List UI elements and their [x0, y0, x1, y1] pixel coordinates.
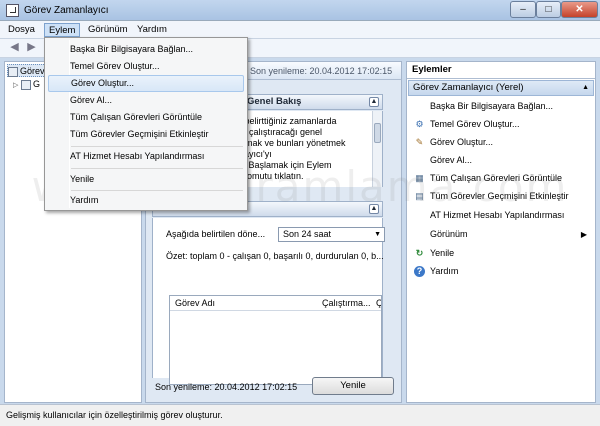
action-label: Görünüm	[430, 229, 468, 239]
column-header-run[interactable]: Çalıştırma...	[322, 296, 376, 311]
window-grid-icon: ▦	[415, 173, 424, 183]
menu-yardim[interactable]: Yardım	[133, 23, 171, 37]
action-label: Tüm Çalışan Görevleri Görüntüle	[430, 173, 563, 183]
overview-line: n belirttiğiniz zamanlarda	[237, 116, 337, 126]
overview-line: urmak ve bunları yönetmek	[237, 138, 346, 148]
clock-icon	[8, 66, 18, 77]
refresh-icon: ↻	[415, 248, 424, 258]
action-label: Tüm Görevler Geçmişini Etkinleştir	[430, 191, 569, 201]
menu-separator	[71, 168, 243, 169]
action-label: Yenile	[430, 248, 455, 258]
folder-icon	[21, 79, 31, 90]
window-title: Görev Zamanlayıcı	[24, 5, 109, 16]
task-scheduler-icon	[6, 4, 19, 17]
menu-gorunum[interactable]: Görünüm	[84, 23, 132, 37]
footer-last-refresh: Son yenileme: 20.04.2012 17:02:15	[155, 382, 298, 392]
menu-separator	[71, 190, 243, 191]
forward-arrow-icon[interactable]: ▶	[25, 42, 38, 54]
scroll-thumb[interactable]	[374, 123, 381, 143]
refresh-button[interactable]: Yenile	[312, 377, 394, 395]
blank-icon	[414, 155, 425, 166]
menu-item-display-running-tasks[interactable]: Tüm Çalışan Görevleri Görüntüle	[48, 109, 244, 126]
collapse-icon[interactable]: ▲	[369, 97, 379, 107]
action-label: Başka Bir Bilgisayara Bağlan...	[430, 101, 554, 111]
task-scheduler-window: Görev Zamanlayıcı – □ ✕ Dosya Eylem Görü…	[0, 0, 600, 426]
close-button[interactable]: ✕	[561, 1, 598, 18]
chevron-down-icon: ▼	[374, 231, 381, 238]
tree-item-label: Görev	[20, 66, 45, 76]
overview-line: iz. Başlamak için Eylem	[237, 160, 332, 170]
menu-separator	[71, 146, 243, 147]
back-arrow-icon[interactable]: ◀	[8, 42, 21, 54]
action-enable-history[interactable]: ▤ Tüm Görevler Geçmişini Etkinleştir	[409, 188, 593, 205]
expand-arrow-icon[interactable]: ▷	[13, 79, 21, 92]
blank-icon	[414, 210, 425, 221]
submenu-arrow-icon: ▶	[580, 230, 587, 239]
filter-label: Aşağıda belirtilen döne...	[166, 229, 266, 239]
minimize-button[interactable]: –	[510, 1, 536, 18]
menu-item-create-task[interactable]: Görev Oluştur...	[48, 75, 244, 92]
action-connect-computer[interactable]: Başka Bir Bilgisayara Bağlan...	[409, 98, 593, 115]
pencil-icon: ✎	[415, 137, 424, 147]
overview-scrollbar[interactable]	[372, 111, 382, 187]
last-refresh-header: Son yenileme: 20.04.2012 17:02:15	[250, 66, 393, 76]
menu-item-refresh[interactable]: Yenile	[48, 171, 244, 188]
action-label: Temel Görev Oluştur...	[430, 119, 520, 129]
action-view[interactable]: Görünüm ▶	[409, 226, 593, 243]
blank-icon	[414, 101, 425, 112]
status-bar: Gelişmiş kullanıcılar için özelleştirilm…	[0, 404, 600, 426]
actions-group-header[interactable]: Görev Zamanlayıcı (Yerel) ▲	[408, 80, 594, 96]
actions-pane: Eylemler Görev Zamanlayıcı (Yerel) ▲ Baş…	[406, 61, 596, 403]
task-table: Görev Adı Çalıştırma... Ç	[169, 295, 382, 385]
tree-item-library[interactable]: ▷ G	[13, 78, 40, 91]
action-create-task[interactable]: ✎ Görev Oluştur...	[409, 134, 593, 151]
status-summary: Özet: toplam 0 - çalışan 0, başarılı 0, …	[166, 251, 384, 261]
menu-item-import-task[interactable]: Görev Al...	[48, 92, 244, 109]
column-header-extra[interactable]: Ç	[376, 296, 381, 311]
time-range-value: Son 24 saat	[283, 229, 332, 239]
menu-item-help[interactable]: Yardım	[48, 192, 244, 209]
gear-icon: ⚙	[415, 119, 424, 129]
action-label: Görev Al...	[430, 155, 473, 165]
blank-icon	[414, 229, 425, 240]
task-status-area: Aşağıda belirtilen döne... Son 24 saat ▼…	[152, 218, 385, 385]
menu-item-enable-history[interactable]: Tüm Görevler Geçmişini Etkinleştir	[48, 126, 244, 143]
action-display-running-tasks[interactable]: ▦ Tüm Çalışan Görevleri Görüntüle	[409, 170, 593, 187]
eylem-dropdown-menu: Başka Bir Bilgisayara Bağlan... Temel Gö…	[44, 37, 248, 211]
action-label: AT Hizmet Hesabı Yapılandırması	[430, 210, 565, 220]
menu-item-create-basic-task[interactable]: Temel Görev Oluştur...	[48, 58, 244, 75]
menu-item-connect-computer[interactable]: Başka Bir Bilgisayara Bağlan...	[48, 41, 244, 58]
help-icon: ?	[414, 266, 425, 277]
maximize-button[interactable]: □	[536, 1, 561, 18]
action-label: Görev Oluştur...	[430, 137, 494, 147]
action-at-service-account[interactable]: AT Hizmet Hesabı Yapılandırması	[409, 207, 593, 224]
menu-dosya[interactable]: Dosya	[4, 23, 39, 37]
action-import-task[interactable]: Görev Al...	[409, 152, 593, 169]
action-create-basic-task[interactable]: ⚙ Temel Görev Oluştur...	[409, 116, 593, 133]
history-list-icon: ▤	[415, 191, 424, 201]
action-label: Yardım	[430, 266, 459, 276]
column-header-task-name[interactable]: Görev Adı	[170, 296, 322, 311]
action-help[interactable]: ? Yardım	[409, 263, 593, 280]
time-range-select[interactable]: Son 24 saat ▼	[278, 227, 385, 242]
collapse-icon[interactable]: ▲	[369, 204, 379, 214]
overview-title: Genel Bakış	[247, 96, 302, 107]
actions-group-label: Görev Zamanlayıcı (Yerel)	[413, 82, 524, 93]
actions-header: Eylemler	[407, 62, 595, 79]
tree-item-label: G	[33, 79, 41, 89]
overview-line: ak çalıştıracağı genel	[237, 127, 323, 137]
menu-eylem[interactable]: Eylem	[44, 23, 81, 37]
action-refresh[interactable]: ↻ Yenile	[409, 245, 593, 262]
collapse-icon[interactable]: ▲	[582, 81, 589, 95]
title-bar: Görev Zamanlayıcı – □ ✕	[0, 0, 600, 21]
menu-item-at-service-account[interactable]: AT Hizmet Hesabı Yapılandırması	[48, 148, 244, 165]
